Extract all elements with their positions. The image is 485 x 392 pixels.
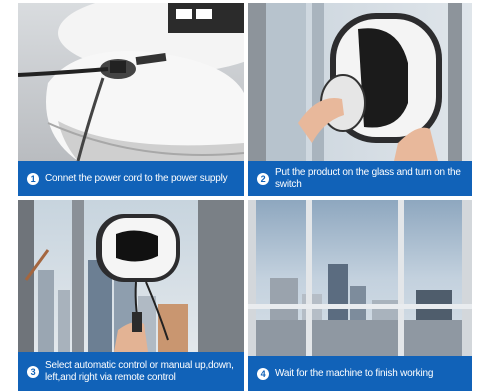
step-1-panel: 1 Connet the power cord to the power sup… — [18, 3, 244, 196]
step-1-caption: 1 Connet the power cord to the power sup… — [18, 161, 244, 196]
step-number-badge: 1 — [27, 172, 39, 185]
step-number-badge: 4 — [257, 367, 269, 380]
step-4-panel: 4 Wait for the machine to finish working — [248, 200, 472, 391]
step-3-caption: 3 Select automatic control or manual up,… — [18, 352, 244, 391]
step-4-caption: 4 Wait for the machine to finish working — [248, 356, 472, 391]
robot-plugged-in-photo — [18, 3, 244, 161]
step-number-badge: 2 — [257, 172, 269, 185]
city-view-window-photo — [248, 200, 472, 356]
step-2-panel: 2 Put the product on the glass and turn … — [248, 3, 472, 196]
step-2-text: Put the product on the glass and turn on… — [275, 166, 461, 190]
step-2-caption: 2 Put the product on the glass and turn … — [248, 161, 472, 196]
step-4-text: Wait for the machine to finish working — [275, 367, 434, 379]
step-3-text: Select automatic control or manual up,do… — [45, 359, 234, 383]
step-number-badge: 3 — [27, 365, 39, 378]
robot-on-window-photo — [18, 200, 244, 352]
step-1-text: Connet the power cord to the power suppl… — [45, 172, 228, 184]
step-3-panel: 3 Select automatic control or manual up,… — [18, 200, 244, 391]
hands-placing-robot-photo — [248, 3, 472, 161]
